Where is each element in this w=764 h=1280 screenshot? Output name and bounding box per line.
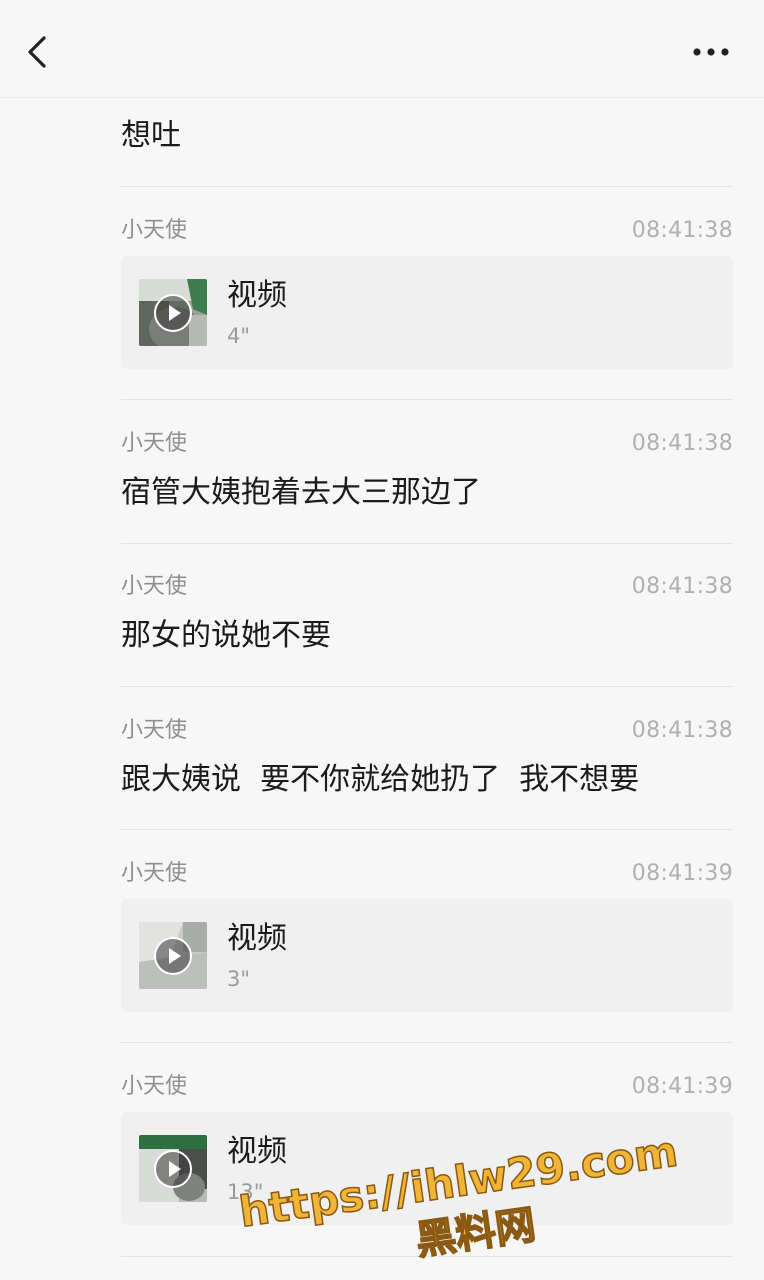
back-button[interactable] bbox=[22, 30, 58, 74]
sender-name: 小天使 bbox=[121, 574, 188, 599]
video-message-card[interactable]: 视频 4" bbox=[121, 256, 733, 369]
divider bbox=[121, 829, 733, 830]
video-label: 视频 bbox=[227, 921, 287, 956]
divider bbox=[121, 186, 733, 187]
sender-name: 小天使 bbox=[121, 218, 188, 243]
sender-name: 小天使 bbox=[121, 861, 188, 886]
video-thumbnail bbox=[139, 922, 207, 989]
message-time: 08:41:38 bbox=[631, 218, 733, 243]
message-time: 08:41:39 bbox=[631, 861, 733, 886]
message-text: 那女的说她不要 bbox=[121, 618, 331, 653]
chat-record-list[interactable]: 想吐 小天使 08:41:38 视频 4" 小天使 08:41:38 宿管大姨抱… bbox=[0, 98, 764, 1280]
more-button[interactable] bbox=[688, 36, 734, 68]
message-text: 宿管大姨抱着去大三那边了 bbox=[121, 475, 481, 510]
message-time: 08:41:38 bbox=[631, 431, 733, 456]
sender-name: 小天使 bbox=[121, 718, 188, 743]
message-text: 想吐 bbox=[121, 118, 181, 153]
divider bbox=[121, 686, 733, 687]
divider bbox=[121, 399, 733, 400]
top-bar bbox=[0, 0, 764, 98]
divider bbox=[121, 1042, 733, 1043]
message-time: 08:41:39 bbox=[631, 1074, 733, 1099]
message-text: 跟大姨说 要不你就给她扔了 我不想要 bbox=[121, 762, 640, 797]
video-duration: 3" bbox=[227, 967, 251, 991]
play-icon bbox=[154, 1150, 192, 1188]
divider bbox=[121, 543, 733, 544]
play-icon bbox=[154, 937, 192, 975]
video-thumbnail bbox=[139, 1135, 207, 1202]
divider bbox=[121, 1256, 733, 1257]
play-icon bbox=[154, 294, 192, 332]
video-message-card[interactable]: 视频 3" bbox=[121, 899, 733, 1012]
video-label: 视频 bbox=[227, 1134, 287, 1169]
video-label: 视频 bbox=[227, 278, 287, 313]
chevron-left-icon bbox=[28, 36, 46, 68]
sender-name: 小天使 bbox=[121, 431, 188, 456]
message-time: 08:41:38 bbox=[631, 574, 733, 599]
video-duration: 13" bbox=[227, 1180, 264, 1204]
more-horizontal-icon bbox=[693, 48, 729, 56]
sender-name: 小天使 bbox=[121, 1074, 188, 1099]
video-message-card[interactable]: 视频 13" bbox=[121, 1112, 733, 1225]
message-time: 08:41:38 bbox=[631, 718, 733, 743]
video-thumbnail bbox=[139, 279, 207, 346]
video-duration: 4" bbox=[227, 324, 251, 348]
